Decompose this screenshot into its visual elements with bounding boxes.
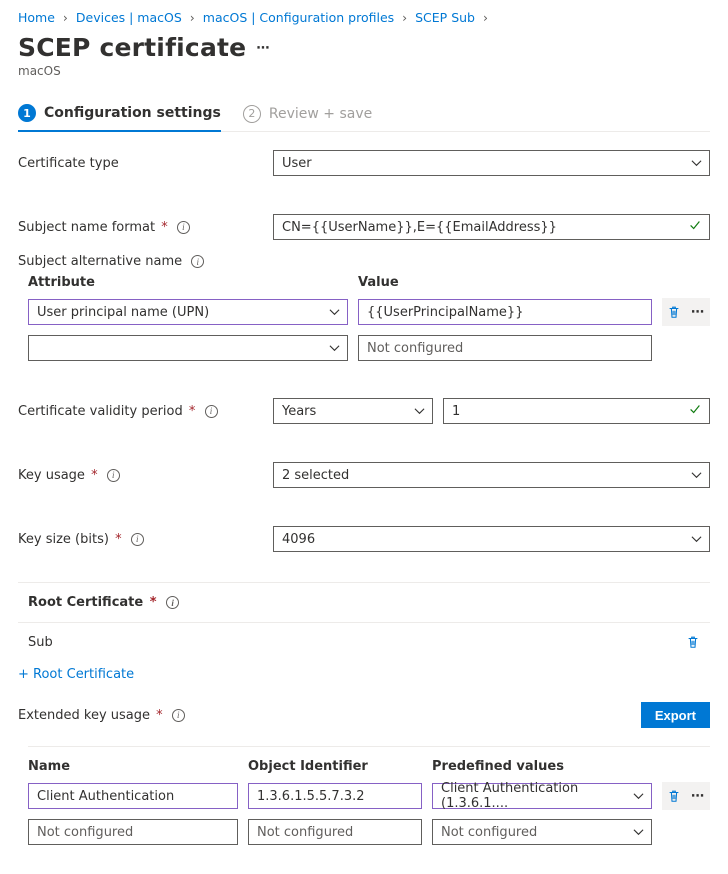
eku-row: Not configured Not configured Not config… — [28, 818, 710, 846]
san-header-value: Value — [358, 275, 710, 290]
key-size-value: 4096 — [282, 532, 315, 547]
page-subtitle: macOS — [18, 64, 710, 78]
info-icon[interactable]: i — [191, 255, 204, 268]
export-button[interactable]: Export — [641, 702, 710, 728]
eku-oid-value: 1.3.6.1.5.5.7.3.2 — [257, 789, 365, 804]
san-attribute-value: User principal name (UPN) — [37, 305, 209, 320]
wizard-stepper: 1 Configuration settings 2 Review + save — [18, 104, 710, 132]
breadcrumb-devices[interactable]: Devices | macOS — [76, 10, 182, 25]
san-header-attribute: Attribute — [28, 275, 348, 290]
eku-name-value: Not configured — [37, 825, 133, 840]
subj-format-value: CN={{UserName}},E={{EmailAddress}} — [282, 220, 557, 235]
chevron-down-icon — [633, 791, 644, 802]
key-usage-select[interactable]: 2 selected — [273, 462, 710, 488]
required-indicator: * — [156, 708, 163, 723]
breadcrumb-profiles[interactable]: macOS | Configuration profiles — [203, 10, 394, 25]
root-cert-value: Sub — [28, 635, 53, 650]
key-size-label: Key size (bits) — [18, 532, 109, 547]
chevron-right-icon: › — [63, 10, 68, 25]
required-indicator: * — [189, 404, 196, 419]
more-button[interactable]: ⋯ — [687, 301, 709, 323]
chevron-right-icon: › — [483, 10, 488, 25]
subj-format-input[interactable]: CN={{UserName}},E={{EmailAddress}} — [273, 214, 710, 240]
delete-button[interactable] — [663, 785, 685, 807]
eku-oid-value: Not configured — [257, 825, 353, 840]
san-label: Subject alternative name — [18, 254, 182, 269]
cert-type-value: User — [282, 156, 312, 171]
chevron-down-icon — [633, 827, 644, 838]
san-attribute-select[interactable]: User principal name (UPN) — [28, 299, 348, 325]
validity-unit-select[interactable]: Years — [273, 398, 433, 424]
eku-oid-input[interactable]: 1.3.6.1.5.5.7.3.2 — [248, 783, 422, 809]
step-number-icon: 1 — [18, 104, 36, 122]
step-number-icon: 2 — [243, 105, 261, 123]
more-actions-button[interactable]: ⋯ — [256, 41, 270, 56]
eku-row: Client Authentication 1.3.6.1.5.5.7.3.2 … — [28, 782, 710, 810]
eku-name-input[interactable]: Not configured — [28, 819, 238, 845]
eku-name-input[interactable]: Client Authentication — [28, 783, 238, 809]
info-icon[interactable]: i — [166, 596, 179, 609]
eku-predef-select[interactable]: Client Authentication (1.3.6.1.... — [432, 783, 652, 809]
san-value-input[interactable]: {{UserPrincipalName}} — [358, 299, 652, 325]
eku-header-predef: Predefined values — [432, 759, 710, 774]
key-size-select[interactable]: 4096 — [273, 526, 710, 552]
step-configuration-settings[interactable]: 1 Configuration settings — [18, 104, 221, 132]
required-indicator: * — [150, 595, 157, 610]
validity-unit-value: Years — [282, 404, 316, 419]
eku-predef-value: Client Authentication (1.3.6.1.... — [441, 781, 625, 811]
san-attribute-select[interactable] — [28, 335, 348, 361]
required-indicator: * — [115, 532, 122, 547]
validity-value-text: 1 — [452, 404, 460, 419]
step-label: Configuration settings — [44, 105, 221, 121]
chevron-right-icon: › — [402, 10, 407, 25]
eku-header-name: Name — [28, 759, 238, 774]
info-icon[interactable]: i — [205, 405, 218, 418]
info-icon[interactable]: i — [172, 709, 185, 722]
eku-header-oid: Object Identifier — [248, 759, 422, 774]
breadcrumb: Home › Devices | macOS › macOS | Configu… — [18, 10, 710, 25]
cert-type-label: Certificate type — [18, 156, 119, 171]
more-button[interactable]: ⋯ — [687, 785, 709, 807]
san-value-text: Not configured — [367, 341, 463, 356]
step-review-save[interactable]: 2 Review + save — [243, 105, 372, 131]
step-label: Review + save — [269, 106, 372, 122]
eku-oid-input[interactable]: Not configured — [248, 819, 422, 845]
breadcrumb-scep-sub[interactable]: SCEP Sub — [415, 10, 475, 25]
root-cert-label: Root Certificate — [28, 595, 143, 610]
chevron-down-icon — [329, 307, 340, 318]
san-value-input[interactable]: Not configured — [358, 335, 652, 361]
add-root-certificate-link[interactable]: + Root Certificate — [18, 661, 710, 682]
info-icon[interactable]: i — [131, 533, 144, 546]
chevron-down-icon — [414, 406, 425, 417]
san-row: Not configured — [28, 334, 710, 362]
eku-label: Extended key usage — [18, 708, 150, 723]
info-icon[interactable]: i — [177, 221, 190, 234]
eku-predef-value: Not configured — [441, 825, 537, 840]
cert-type-select[interactable]: User — [273, 150, 710, 176]
checkmark-icon — [688, 218, 702, 236]
chevron-down-icon — [691, 158, 702, 169]
info-icon[interactable]: i — [107, 469, 120, 482]
san-row: User principal name (UPN) {{UserPrincipa… — [28, 298, 710, 326]
subj-format-label: Subject name format — [18, 220, 155, 235]
chevron-down-icon — [691, 470, 702, 481]
validity-label: Certificate validity period — [18, 404, 183, 419]
chevron-down-icon — [691, 534, 702, 545]
eku-name-value: Client Authentication — [37, 789, 174, 804]
chevron-right-icon: › — [190, 10, 195, 25]
key-usage-label: Key usage — [18, 468, 85, 483]
eku-predef-select[interactable]: Not configured — [432, 819, 652, 845]
required-indicator: * — [161, 220, 168, 235]
delete-root-cert-button[interactable] — [682, 631, 704, 653]
chevron-down-icon — [329, 343, 340, 354]
validity-value-input[interactable]: 1 — [443, 398, 710, 424]
breadcrumb-home[interactable]: Home — [18, 10, 55, 25]
required-indicator: * — [91, 468, 98, 483]
page-title: SCEP certificate — [18, 33, 246, 62]
checkmark-icon — [688, 402, 702, 420]
delete-button[interactable] — [663, 301, 685, 323]
key-usage-value: 2 selected — [282, 468, 349, 483]
san-value-text: {{UserPrincipalName}} — [367, 305, 523, 320]
